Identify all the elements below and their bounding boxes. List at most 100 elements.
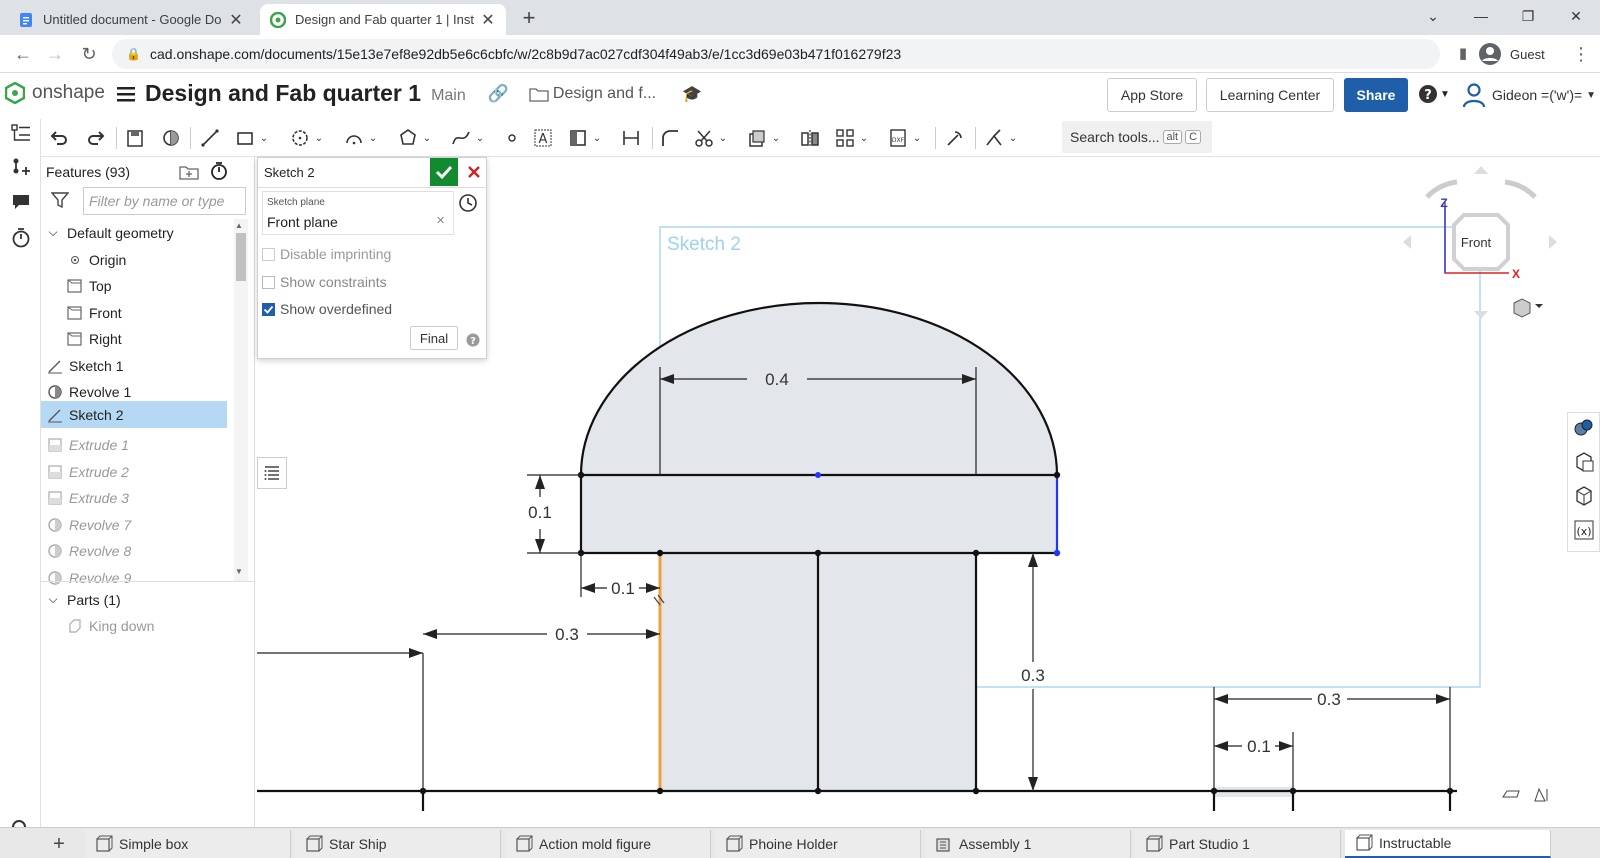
tab-assembly-1[interactable]: Assembly 1 [925,830,1131,858]
search-tools-input[interactable]: Search tools... alt C [1062,121,1212,153]
feature-item-front[interactable]: Front [67,299,259,326]
folder-breadcrumb[interactable]: Design and f... [529,85,656,103]
dim-step[interactable]: 0.1 [611,579,635,598]
help-menu[interactable]: ? ▼ [1418,84,1450,104]
close-icon[interactable]: ✕ [228,10,244,30]
filter-input[interactable]: Filter by name or type [83,187,246,215]
rollback-timer-icon[interactable] [209,161,229,184]
tab-simple-box[interactable]: Simple box [85,830,291,858]
feature-item-sketch-1[interactable]: Sketch 1 [47,352,239,379]
part-item-king-down[interactable]: King down [67,612,259,639]
clear-icon[interactable]: ✕ [436,214,445,227]
reload-icon[interactable]: ↻ [76,41,102,67]
branch-label[interactable]: Main [431,87,466,105]
rotate-right-arrow[interactable] [1504,179,1537,199]
help-icon[interactable]: ? [466,333,480,350]
chevron-down-icon[interactable]: ⌄ [257,125,271,151]
tab-part-studio-1[interactable]: Part Studio 1 [1135,830,1341,858]
filter-icon[interactable] [50,191,70,212]
chevron-down-icon[interactable]: ⌄ [473,125,487,151]
scrollbar-thumb[interactable] [236,233,246,281]
document-title[interactable]: Design and Fab quarter 1 [145,80,421,107]
rotate-down-arrow[interactable] [1474,311,1488,319]
tangent-icon[interactable] [1502,790,1520,798]
window-close-button[interactable]: ✕ [1553,0,1599,32]
dim-top-width[interactable]: 0.4 [765,370,789,389]
measure-icon[interactable] [1534,787,1548,802]
back-arrow-icon[interactable]: ← [10,41,36,67]
chevron-down-icon[interactable]: ⌄ [1006,125,1020,151]
pattern-tool-icon[interactable] [832,125,858,151]
comments-icon[interactable] [8,189,34,215]
sketch-plane-field[interactable]: Sketch plane Front plane ✕ [262,191,454,235]
text-tool-icon[interactable]: A [530,125,556,151]
share-button[interactable]: Share [1344,78,1408,112]
feature-item-origin[interactable]: Origin [67,246,259,273]
undo-icon[interactable] [46,125,72,151]
disable-imprinting-option[interactable]: Disable imprinting [262,246,391,262]
spline-tool-icon[interactable] [448,125,474,151]
cancel-button[interactable] [461,158,487,186]
show-overdefined-checkbox[interactable] [262,302,275,316]
learning-center-button[interactable]: Learning Center [1206,78,1334,112]
sidebar-toggle-icon[interactable]: ▮ [1450,41,1476,67]
chevron-down-icon[interactable]: ⌄ [769,125,783,151]
feature-list-icon[interactable] [122,125,148,151]
feature-item-extrude-3[interactable]: Extrude 3 [47,484,239,511]
use-tool-icon[interactable] [744,125,770,151]
dim-right-width[interactable]: 0.3 [1317,690,1341,709]
appearance-icon[interactable] [1573,417,1595,442]
circle-tool-icon[interactable] [287,125,313,151]
feature-item-revolve-8[interactable]: Revolve 8 [47,537,239,564]
scroll-up-icon[interactable]: ▲ [235,221,243,230]
browser-tab-onshape[interactable]: Design and Fab quarter 1 | Instru ✕ [260,4,506,35]
parts-group[interactable]: ⌵ Parts (1) [45,586,237,613]
onshape-logo[interactable]: onshape [5,82,105,104]
history-icon[interactable] [458,193,478,216]
sketch-list-button[interactable] [257,457,287,489]
tab-phoine-holder[interactable]: Phoine Holder [715,830,921,858]
scroll-down-icon[interactable]: ▼ [235,567,243,576]
dim-left-offset[interactable]: 0.3 [555,625,579,644]
insert-part-icon[interactable] [8,154,34,180]
point-tool-icon[interactable] [499,125,525,151]
show-constraints-option[interactable]: Show constraints [262,274,387,290]
feature-item-sketch-2[interactable]: Sketch 2 [41,401,227,428]
add-tab-button[interactable]: + [46,831,72,857]
link-icon[interactable]: 🔗 [488,84,509,104]
tab-instructable[interactable]: Instructable [1345,830,1551,858]
fillet-tool-icon[interactable] [657,125,683,151]
redo-icon[interactable] [83,125,109,151]
add-folder-icon[interactable] [179,162,199,185]
feature-item-extrude-1[interactable]: Extrude 1 [47,431,239,458]
feature-item-right[interactable]: Right [67,325,259,352]
graduation-cap-icon[interactable]: 🎓 [682,84,702,104]
rotate-up-arrow[interactable] [1474,166,1488,174]
history-timer-icon[interactable] [8,225,34,251]
configurations-icon[interactable] [1573,485,1595,510]
bottom-right-tools[interactable] [1502,787,1548,802]
trim-tool-icon[interactable] [691,125,717,151]
feature-item-revolve-7[interactable]: Revolve 7 [47,511,239,538]
url-field[interactable]: 🔒 cad.onshape.com/documents/15e13e7ef8e9… [112,39,1440,69]
dim-stem-height[interactable]: 0.3 [1021,666,1045,685]
chevron-down-icon[interactable]: ⌄ [910,125,924,151]
rotate-left-small-arrow[interactable] [1403,235,1411,249]
dim-right-step[interactable]: 0.1 [1247,737,1271,756]
constraint-tool-icon[interactable] [981,125,1007,151]
show-overdefined-option[interactable]: Show overdefined [262,301,392,317]
sketch-transform-icon[interactable] [942,125,968,151]
chevron-down-icon[interactable]: ⌄ [1410,0,1456,32]
app-store-button[interactable]: App Store [1107,78,1197,112]
restore-button[interactable]: ❐ [1505,0,1551,32]
chevron-down-icon[interactable]: ⌄ [716,125,730,151]
hamburger-menu-icon[interactable] [117,85,137,103]
show-constraints-checkbox[interactable] [262,275,275,289]
rotate-right-small-arrow[interactable] [1549,235,1557,249]
forward-arrow-icon[interactable]: → [42,41,68,67]
variables-icon[interactable]: (x) [1573,519,1595,544]
chevron-down-icon[interactable]: ⌄ [420,125,434,151]
chevron-down-icon[interactable]: ⌄ [366,125,380,151]
feature-tree-icon[interactable] [8,121,34,147]
view-cube-menu[interactable] [1513,298,1543,318]
